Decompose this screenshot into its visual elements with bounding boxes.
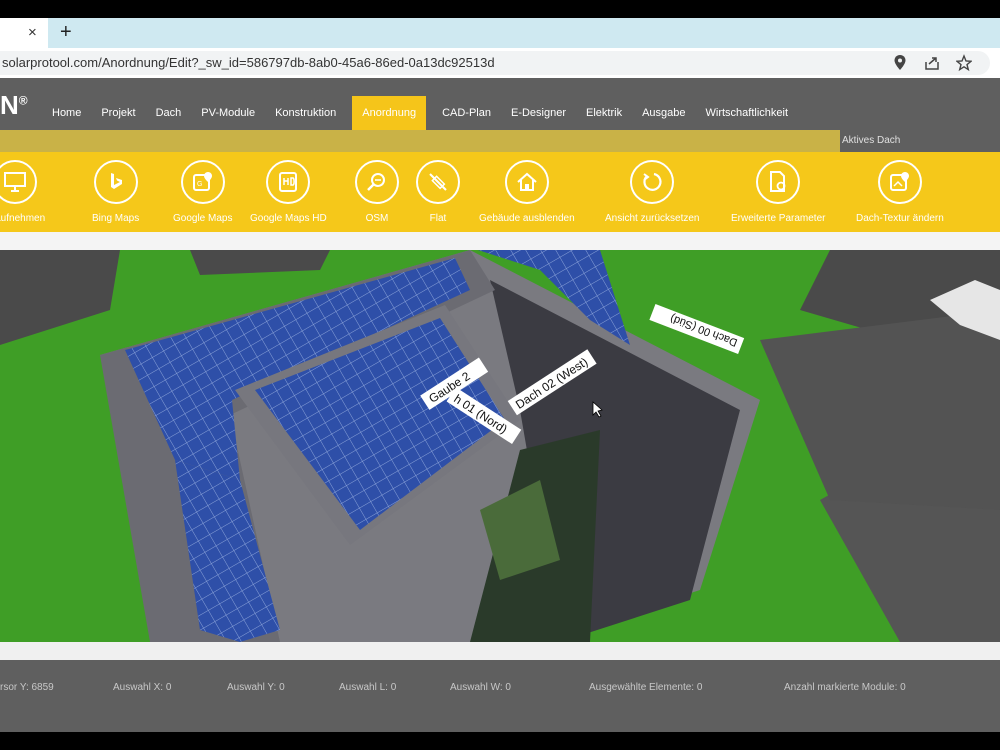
tool-google-maps[interactable]: G Google Maps [173,160,232,224]
roof-3d-scene: Gaube 2 h 01 (Nord) Dach 02 (West) Dach … [0,250,1000,642]
map-hd-icon [279,172,298,192]
app-logo[interactable]: N® [0,90,28,121]
browser-tab-bar: × + [0,18,1000,48]
status-auswahl-y: Auswahl Y: 0 [227,682,285,693]
map-toolbar: ht aufnehmen Bing Maps G Google Maps Goo… [0,152,1000,232]
tool-flat[interactable]: Flat [416,160,460,224]
toolbar-divider [0,232,1000,250]
parameters-icon [770,171,786,192]
tool-reset-view[interactable]: Ansicht zurücksetzen [605,160,700,224]
status-auswahl-x: Auswahl X: 0 [113,682,172,693]
main-nav: Home Projekt Dach PV-Module Konstruktion… [42,96,798,130]
new-tab-icon[interactable]: + [60,21,72,44]
tool-google-maps-hd[interactable]: Google Maps HD [250,160,327,224]
tool-label: Bing Maps [92,213,140,224]
nav-wirtschaftlichkeit[interactable]: Wirtschaftlichkeit [696,96,799,130]
nav-cad-plan[interactable]: CAD-Plan [432,96,501,130]
roof-label-sued[interactable]: Dach 00 (Süd) [649,304,745,354]
url-field[interactable]: solarprotool.com/Anordnung/Edit?_sw_id=5… [0,51,990,75]
neighbor-roof-left [0,250,120,345]
street-area-lower [760,310,1000,510]
tool-label: Ansicht zurücksetzen [605,213,700,224]
tool-advanced-parameters[interactable]: Erweiterte Parameter [731,160,825,224]
status-auswahl-l: Auswahl L: 0 [339,682,397,693]
house-icon [517,172,537,191]
bookmark-star-icon[interactable] [956,54,972,72]
status-bar: rsor Y: 6859 Auswahl X: 0 Auswahl Y: 0 A… [0,660,1000,732]
tool-label: Flat [429,213,447,224]
nav-e-designer[interactable]: E-Designer [501,96,576,130]
sub-header: Aktives Dach [0,130,1000,152]
nav-elektrik[interactable]: Elektrik [576,96,632,130]
close-tab-icon[interactable]: × [28,24,37,41]
neighbor-roof-top [190,250,330,275]
osm-search-icon [367,173,385,191]
nav-home[interactable]: Home [42,96,91,130]
nav-ausgabe[interactable]: Ausgabe [632,96,695,130]
tool-label: Dach-Textur ändern [856,213,944,224]
url-text: solarprotool.com/Anordnung/Edit?_sw_id=5… [2,55,495,70]
sub-header-strip [0,130,840,152]
active-roof-label[interactable]: Aktives Dach [842,135,900,146]
nav-projekt[interactable]: Projekt [91,96,145,130]
tool-screenshot[interactable]: ht aufnehmen [0,160,45,224]
tool-label: ht aufnehmen [0,213,46,224]
bing-icon [110,173,122,189]
flat-icon [429,173,447,191]
tool-label: Google Maps HD [250,213,327,224]
tool-label: OSM [365,213,389,224]
status-selected-elements: Ausgewählte Elemente: 0 [589,682,703,693]
tool-hide-building[interactable]: Gebäude ausblenden [479,160,575,224]
location-icon[interactable] [892,54,908,72]
tool-change-texture[interactable]: Dach-Textur ändern [856,160,944,224]
nav-pv-module[interactable]: PV-Module [191,96,265,130]
nav-dach[interactable]: Dach [146,96,192,130]
tool-label: Google Maps [173,213,233,224]
status-auswahl-w: Auswahl W: 0 [450,682,511,693]
monitor-icon [3,172,26,192]
tool-label: Gebäude ausblenden [479,213,575,224]
roof-3d-viewport[interactable]: Gaube 2 h 01 (Nord) Dach 02 (West) Dach … [0,250,1000,642]
svg-text:G: G [197,181,202,188]
tool-bing-maps[interactable]: Bing Maps [92,160,139,224]
map-pin-icon: G [192,172,212,191]
tool-osm[interactable]: OSM [355,160,399,224]
share-icon[interactable] [924,54,940,72]
status-divider [0,642,1000,660]
reset-view-icon [643,172,662,191]
browser-tab[interactable]: × [0,18,48,48]
nav-anordnung[interactable]: Anordnung [352,96,427,130]
status-cursor-y: rsor Y: 6859 [0,682,54,693]
tool-label: Erweiterte Parameter [731,213,826,224]
texture-icon [889,172,909,191]
address-bar: solarprotool.com/Anordnung/Edit?_sw_id=5… [0,48,1000,78]
status-marked-modules: Anzahl markierte Module: 0 [784,682,906,693]
nav-konstruktion[interactable]: Konstruktion [265,96,346,130]
